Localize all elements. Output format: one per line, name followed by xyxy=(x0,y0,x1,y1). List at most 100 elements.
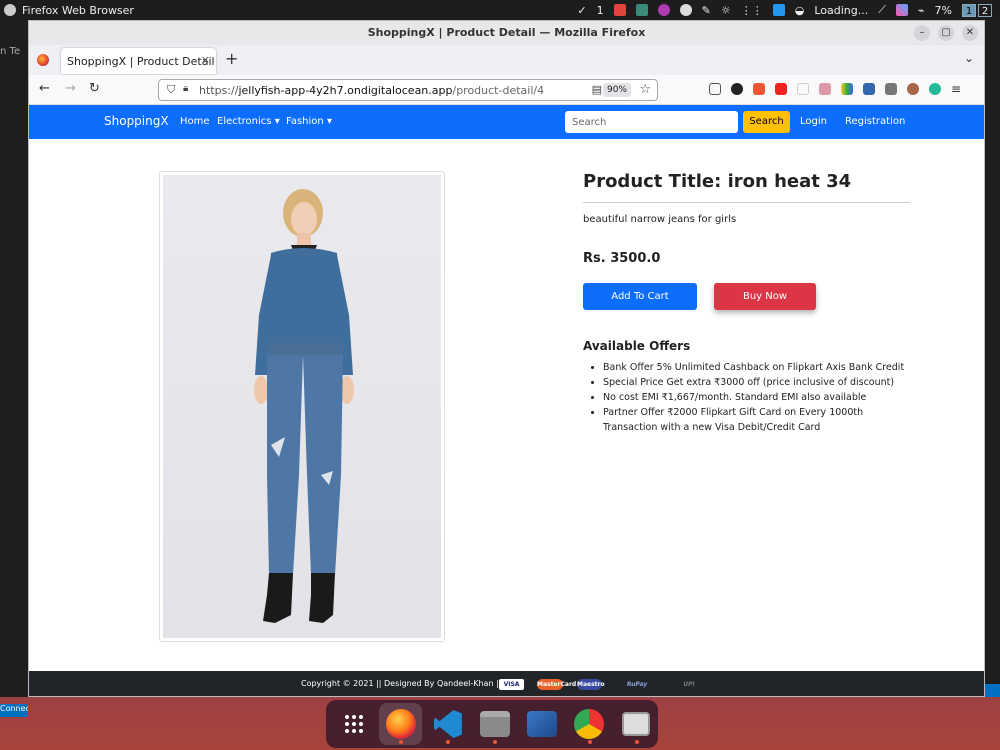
workspace-2[interactable]: 2 xyxy=(978,3,992,17)
extension-face-icon[interactable] xyxy=(819,83,831,95)
battery-percent: 7% xyxy=(934,3,952,17)
dock-files[interactable] xyxy=(473,703,516,745)
chrome-icon xyxy=(574,709,605,739)
nav-registration[interactable]: Registration xyxy=(845,116,905,127)
tray-bowl-icon[interactable]: ◒ xyxy=(795,4,805,17)
system-tray: ✓ 1 ✎ ☼ ⋮⋮ ◒ Loading... ⟋ ⌁ 7% 1 2 xyxy=(577,0,992,20)
product-description: beautiful narrow jeans for girls xyxy=(583,214,737,225)
window-title: ShoppingX | Product Detail — Mozilla Fir… xyxy=(367,26,646,39)
forward-icon[interactable]: → xyxy=(65,81,76,96)
tab-close-icon[interactable]: × xyxy=(201,53,210,66)
offers-list: Bank Offer 5% Unlimited Cashback on Flip… xyxy=(583,360,910,435)
pipette-icon[interactable]: ⟋ xyxy=(878,3,886,17)
product-image xyxy=(163,175,441,638)
nav-electronics[interactable]: Electronics ▾ xyxy=(217,116,280,127)
workspace-1[interactable]: 1 xyxy=(962,3,976,17)
brightness-icon[interactable]: ☼ xyxy=(721,4,731,17)
product-title: Product Title: iron heat 34 xyxy=(583,171,910,203)
app-grid-icon xyxy=(344,715,363,733)
fashion-caret-icon: ▾ xyxy=(326,116,332,127)
back-icon[interactable]: ← xyxy=(39,81,50,96)
loading-text[interactable]: Loading... xyxy=(814,4,868,17)
extension-grid-icon[interactable] xyxy=(885,83,897,95)
maximize-icon[interactable]: ▢ xyxy=(938,25,954,41)
mail-icon xyxy=(527,711,558,737)
extension-green-icon[interactable] xyxy=(929,83,941,95)
offer-item: Special Price Get extra ₹3000 off (price… xyxy=(603,375,910,390)
check-icon[interactable]: ✓ xyxy=(577,4,586,17)
reader-view-icon[interactable]: ▤ xyxy=(592,83,602,96)
window-controls: – ▢ ✕ xyxy=(914,25,978,41)
search-input[interactable] xyxy=(565,111,738,133)
vscode-icon xyxy=(433,710,462,738)
pen-icon[interactable]: ✎ xyxy=(702,4,711,17)
firefox-view-icon[interactable] xyxy=(37,54,49,66)
workspace-switcher[interactable]: 1 2 xyxy=(962,3,992,17)
editor-status-fragment: Connect xyxy=(0,704,28,717)
show-apps-button[interactable] xyxy=(332,703,375,745)
nav-fashion[interactable]: Fashion ▾ xyxy=(286,116,332,127)
add-to-cart-button[interactable]: Add To Cart xyxy=(583,283,697,310)
url-bar[interactable]: ⛉ 🔒︎ https://jellyfish-app-4y2h7.ondigit… xyxy=(158,79,658,101)
buy-now-button[interactable]: Buy Now xyxy=(714,283,816,310)
background-editor-left: n Te Connect xyxy=(0,20,28,717)
extension-blank-icon[interactable] xyxy=(797,83,809,95)
bookmark-star-icon[interactable]: ☆ xyxy=(639,82,651,97)
offer-item: Bank Offer 5% Unlimited Cashback on Flip… xyxy=(603,360,910,375)
screenshot-icon xyxy=(622,712,651,736)
upi-logo: UPI xyxy=(683,681,695,688)
search-button[interactable]: Search xyxy=(743,111,790,133)
nav-login[interactable]: Login xyxy=(800,116,827,127)
extension-colors-icon[interactable] xyxy=(841,83,853,95)
site-navbar: ShoppingX Home Electronics ▾ Fashion ▾ S… xyxy=(29,105,984,139)
minimize-icon[interactable]: – xyxy=(914,25,930,41)
new-tab-icon[interactable]: + xyxy=(225,49,238,68)
cookie-icon[interactable] xyxy=(907,83,919,95)
grid-icon[interactable]: ⋮⋮ xyxy=(741,4,763,17)
running-indicator xyxy=(493,740,498,744)
site-brand[interactable]: ShoppingX xyxy=(104,114,169,128)
pocket-icon[interactable] xyxy=(709,83,721,95)
window-titlebar[interactable]: ShoppingX | Product Detail — Mozilla Fir… xyxy=(29,21,984,45)
lock-icon[interactable]: 🔒︎ xyxy=(183,83,188,94)
product-price: Rs. 3500.0 xyxy=(583,251,661,266)
running-indicator xyxy=(587,740,592,744)
hamburger-menu-icon[interactable]: ≡ xyxy=(951,83,963,95)
activities[interactable]: Firefox Web Browser xyxy=(0,4,134,17)
footer-copyright: Copyright © 2021 || Designed By Qandeel-… xyxy=(301,679,502,688)
dock-mail[interactable] xyxy=(521,703,564,745)
extension-blue-icon[interactable] xyxy=(863,83,875,95)
nav-home[interactable]: Home xyxy=(180,116,210,127)
tray-chat-icon[interactable] xyxy=(635,4,648,16)
offers-heading: Available Offers xyxy=(583,339,691,353)
dock-firefox[interactable] xyxy=(379,703,423,745)
weather-icon[interactable]: ⌁ xyxy=(918,4,925,17)
tab-product-detail[interactable]: ShoppingX | Product Detail × xyxy=(61,48,216,74)
files-icon xyxy=(479,711,510,737)
tab-title: ShoppingX | Product Detail xyxy=(67,54,215,68)
extension-black-icon[interactable] xyxy=(731,83,743,95)
close-icon[interactable]: ✕ xyxy=(962,25,978,41)
reload-icon[interactable]: ↻ xyxy=(89,81,100,96)
tracking-shield-icon[interactable]: ⛉ xyxy=(167,83,175,97)
editor-menu-fragment: n Te xyxy=(0,46,21,57)
brave-shield-icon[interactable] xyxy=(753,83,765,95)
running-indicator xyxy=(634,740,639,744)
tray-color-icon[interactable] xyxy=(895,4,908,16)
dock-screenshot[interactable] xyxy=(615,703,658,745)
docker-icon[interactable] xyxy=(772,4,785,16)
tray-purple-icon[interactable] xyxy=(657,4,670,16)
youtube-icon[interactable] xyxy=(775,83,787,95)
dock-vscode[interactable] xyxy=(426,703,469,745)
tray-skype-icon[interactable] xyxy=(679,4,692,16)
url-path: /product-detail/4 xyxy=(452,83,545,97)
tray-red-icon[interactable] xyxy=(613,4,626,16)
running-indicator xyxy=(446,740,451,744)
web-page: ShoppingX Home Electronics ▾ Fashion ▾ S… xyxy=(29,105,984,696)
list-tabs-chevron-icon[interactable]: ⌄ xyxy=(964,51,974,65)
zoom-level[interactable]: 90% xyxy=(602,83,631,97)
product-info: Product Title: iron heat 34 beautiful na… xyxy=(583,171,910,435)
dock-chrome[interactable] xyxy=(568,703,611,745)
extension-icons: ≡ xyxy=(709,83,963,95)
system-top-bar: Firefox Web Browser ✓ 1 ✎ ☼ ⋮⋮ ◒ Loading… xyxy=(0,0,1000,20)
